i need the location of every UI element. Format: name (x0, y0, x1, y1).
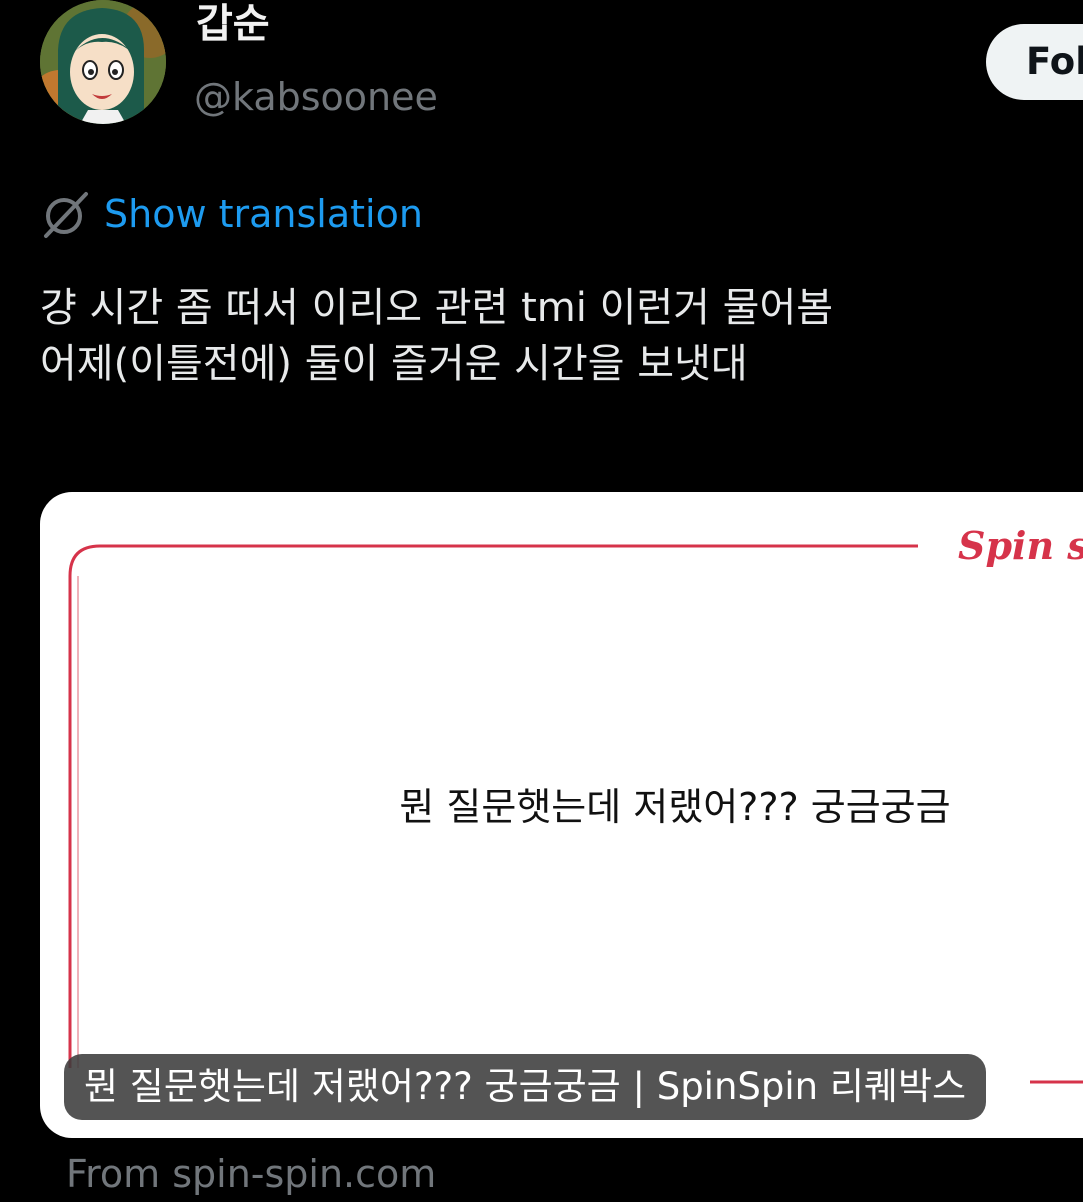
link-card[interactable]: Spin spin 뭔 질문햇는데 저랬어??? 궁금궁금 뭔 질문햇는데 저랬… (40, 492, 1083, 1138)
card-question-text: 뭔 질문햇는데 저랬어??? 궁금궁금 (399, 785, 951, 829)
display-name[interactable]: 갑순 (196, 0, 270, 52)
avatar[interactable] (40, 0, 166, 124)
card-source-domain[interactable]: From spin-spin.com (66, 1146, 436, 1202)
follow-button[interactable]: Fol (986, 24, 1083, 100)
avatar-image (40, 0, 166, 124)
card-title-caption[interactable]: 뭔 질문햇는데 저랬어??? 궁금궁금 | SpinSpin 리퀘박스 (64, 1054, 987, 1120)
spinspin-logo: Spin spin (950, 522, 1083, 570)
show-translation-link[interactable]: Show translation (40, 184, 423, 244)
user-handle[interactable]: @kabsoonee (194, 72, 438, 122)
tweet-text: 걍 시간 좀 떠서 이리오 관련 tmi 이런거 물어봄 어제(이틀전에) 둘이… (40, 280, 1083, 392)
tweet-line-2: 어제(이틀전에) 둘이 즐거운 시간을 보냇대 (40, 341, 748, 387)
tweet-line-1: 걍 시간 좀 떠서 이리오 관련 tmi 이런거 물어봄 (40, 285, 834, 331)
translate-globe-icon (44, 192, 88, 238)
show-translation-label: Show translation (104, 192, 423, 236)
